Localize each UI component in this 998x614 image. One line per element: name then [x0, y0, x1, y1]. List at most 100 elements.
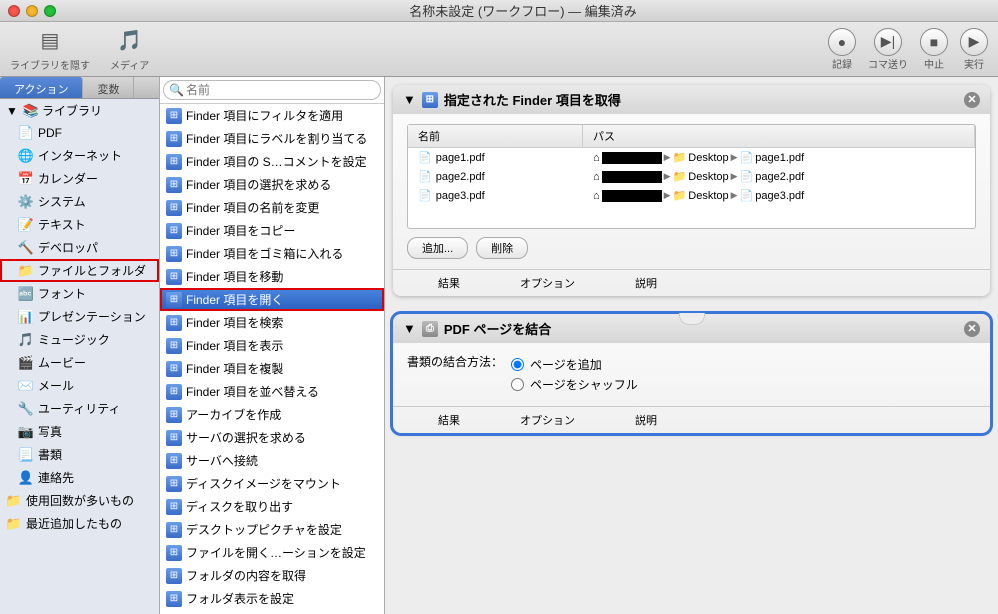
library-item[interactable]: 📁ファイルとフォルダ: [0, 259, 159, 282]
library-item[interactable]: ✉️メール: [0, 374, 159, 397]
run-button[interactable]: ▶ 実行: [960, 28, 988, 71]
action-item[interactable]: ⊞ディスクイメージをマウント: [160, 472, 384, 495]
titlebar: 名称未設定 (ワークフロー) — 編集済み: [0, 0, 998, 22]
stop-button[interactable]: ■ 中止: [920, 28, 948, 71]
finder-action-icon: ⊞: [166, 499, 182, 515]
result-tab[interactable]: 結果: [423, 275, 475, 291]
chevron-right-icon: ▶: [731, 171, 738, 182]
most-used[interactable]: 📁 使用回数が多いもの: [0, 489, 159, 512]
finder-action-icon: ⊞: [166, 568, 182, 584]
record-button[interactable]: ● 記録: [828, 28, 856, 71]
action-item[interactable]: ⊞Finder 項目を複製: [160, 357, 384, 380]
library-item[interactable]: 📄PDF: [0, 122, 159, 144]
close-action-button[interactable]: ✕: [964, 92, 980, 108]
table-row[interactable]: 📄page3.pdf⌂▶📁Desktop▶📄page3.pdf: [408, 186, 975, 205]
action-item[interactable]: ⊞Finder 項目を開く: [160, 288, 384, 311]
workflow-action-get-finder-items[interactable]: ▼ ⊞ 指定された Finder 項目を取得 ✕ 名前 パス 📄page1.pd…: [393, 85, 990, 296]
action-item[interactable]: ⊞サーバの選択を求める: [160, 426, 384, 449]
library-icon: ▤: [34, 27, 66, 55]
close-window[interactable]: [8, 5, 20, 17]
redacted-user: [602, 152, 662, 164]
col-path[interactable]: パス: [583, 125, 975, 147]
category-icon: ⚙️: [18, 194, 34, 210]
action-item[interactable]: ⊞デスクトップピクチャを設定: [160, 518, 384, 541]
finder-action-icon: ⊞: [166, 246, 182, 262]
library-item[interactable]: 🔨デベロッパ: [0, 236, 159, 259]
action-item[interactable]: ⊞Finder 項目の選択を求める: [160, 173, 384, 196]
close-action-button[interactable]: ✕: [964, 321, 980, 337]
home-icon: ⌂: [593, 171, 600, 183]
action-item[interactable]: ⊞フォルダの内容を取得: [160, 564, 384, 587]
library-item[interactable]: 👤連絡先: [0, 466, 159, 489]
chevron-right-icon: ▶: [664, 171, 671, 182]
action-item[interactable]: ⊞フォルダ表示を設定: [160, 587, 384, 610]
action-item[interactable]: ⊞ファイルを開く…ーションを設定: [160, 541, 384, 564]
action-item[interactable]: ⊞Finder 項目にフィルタを適用: [160, 104, 384, 127]
action-item[interactable]: ⊞Finder 項目をコピー: [160, 219, 384, 242]
disclosure-icon[interactable]: ▼: [403, 321, 416, 336]
search-input[interactable]: [163, 80, 381, 100]
action-item[interactable]: ⊞Finder 項目を表示: [160, 334, 384, 357]
category-icon: 📁: [18, 263, 34, 279]
option-tab[interactable]: オプション: [505, 412, 590, 428]
library-item[interactable]: 🌐インターネット: [0, 144, 159, 167]
chevron-right-icon: ▶: [664, 152, 671, 163]
disclosure-icon[interactable]: ▼: [403, 92, 416, 107]
record-icon: ●: [828, 28, 856, 56]
library-item[interactable]: 📅カレンダー: [0, 167, 159, 190]
action-item[interactable]: ⊞指定された Finder 項目を取得: [160, 610, 384, 614]
add-button[interactable]: 追加...: [407, 237, 468, 259]
play-icon: ▶: [960, 28, 988, 56]
action-item[interactable]: ⊞Finder 項目を移動: [160, 265, 384, 288]
option-tab[interactable]: オプション: [505, 275, 590, 291]
action-item[interactable]: ⊞Finder 項目の S…コメントを設定: [160, 150, 384, 173]
hide-library-button[interactable]: ▤ ライブラリを隠す: [10, 27, 90, 72]
finder-action-icon: ⊞: [166, 430, 182, 446]
library-root[interactable]: ▼ 📚 ライブラリ: [0, 99, 159, 122]
file-icon: 📄: [418, 151, 432, 164]
action-item[interactable]: ⊞Finder 項目にラベルを割り当てる: [160, 127, 384, 150]
action-item[interactable]: ⊞Finder 項目の名前を変更: [160, 196, 384, 219]
action-item[interactable]: ⊞Finder 項目を検索: [160, 311, 384, 334]
library-item[interactable]: ⚙️システム: [0, 190, 159, 213]
library-item[interactable]: 📷写真: [0, 420, 159, 443]
file-icon: 📄: [418, 170, 432, 183]
file-table: 名前 パス 📄page1.pdf⌂▶📁Desktop▶📄page1.pdf📄pa…: [407, 124, 976, 229]
tab-action[interactable]: アクション: [0, 77, 83, 98]
workflow-action-combine-pdf[interactable]: ▼ ⎙ PDF ページを結合 ✕ 書類の結合方法： ページを追加 ペー: [393, 314, 990, 433]
result-tab[interactable]: 結果: [423, 412, 475, 428]
finder-action-icon: ⊞: [166, 545, 182, 561]
tab-variable[interactable]: 変数: [83, 77, 134, 98]
finder-action-icon: ⊞: [166, 131, 182, 147]
finder-action-icon: ⊞: [166, 200, 182, 216]
redacted-user: [602, 190, 662, 202]
action-item[interactable]: ⊞アーカイブを作成: [160, 403, 384, 426]
library-item[interactable]: 🎵ミュージック: [0, 328, 159, 351]
table-row[interactable]: 📄page1.pdf⌂▶📁Desktop▶📄page1.pdf: [408, 148, 975, 167]
step-button[interactable]: ▶| コマ送り: [868, 28, 908, 71]
col-name[interactable]: 名前: [408, 125, 583, 147]
table-row[interactable]: 📄page2.pdf⌂▶📁Desktop▶📄page2.pdf: [408, 167, 975, 186]
library-item[interactable]: 🔤フォント: [0, 282, 159, 305]
action-item[interactable]: ⊞Finder 項目をゴミ箱に入れる: [160, 242, 384, 265]
minimize-window[interactable]: [26, 5, 38, 17]
append-pages-radio[interactable]: [511, 358, 524, 371]
action-item[interactable]: ⊞サーバへ接続: [160, 449, 384, 472]
category-icon: 📷: [18, 424, 34, 440]
library-item[interactable]: 🎬ムービー: [0, 351, 159, 374]
media-button[interactable]: 🎵 メディア: [110, 27, 149, 72]
library-item[interactable]: 🔧ユーティリティ: [0, 397, 159, 420]
step-icon: ▶|: [874, 28, 902, 56]
shuffle-pages-radio[interactable]: [511, 378, 524, 391]
remove-button[interactable]: 削除: [476, 237, 528, 259]
action-item[interactable]: ⊞ディスクを取り出す: [160, 495, 384, 518]
library-item[interactable]: 📝テキスト: [0, 213, 159, 236]
action-item[interactable]: ⊞Finder 項目を並べ替える: [160, 380, 384, 403]
recently-added[interactable]: 📁 最近追加したもの: [0, 512, 159, 535]
description-tab[interactable]: 説明: [620, 412, 672, 428]
library-item[interactable]: 📊プレゼンテーション: [0, 305, 159, 328]
file-icon: 📄: [740, 170, 754, 183]
zoom-window[interactable]: [44, 5, 56, 17]
description-tab[interactable]: 説明: [620, 275, 672, 291]
library-item[interactable]: 📃書類: [0, 443, 159, 466]
